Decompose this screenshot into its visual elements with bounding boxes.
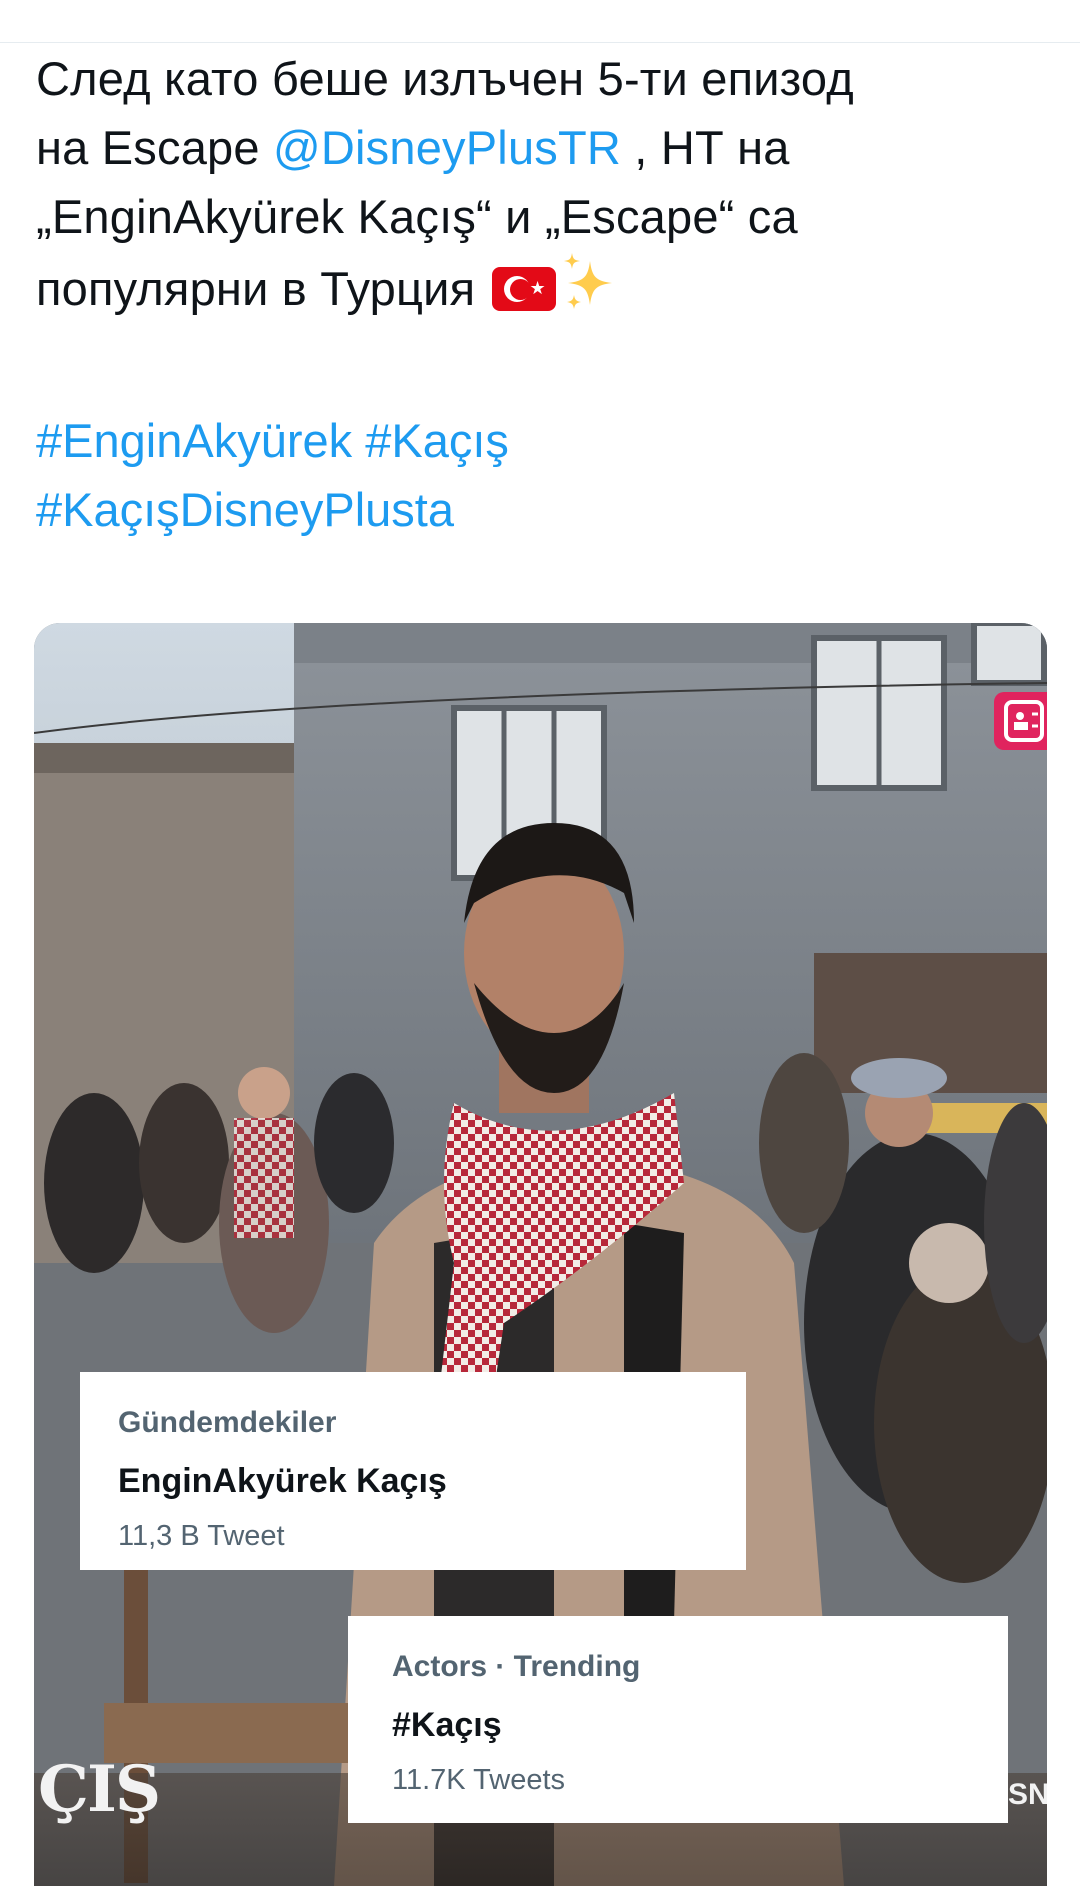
trend-label: Actors · Trending — [392, 1650, 641, 1683]
hashtags: #EnginAkyürek #Kaçış #KaçışDisneyPlusta — [36, 406, 509, 544]
lock-icon — [994, 692, 1047, 750]
trend-label: Gündemdekiler — [118, 1406, 337, 1439]
hashtag-kacis[interactable]: #Kaçış — [365, 414, 509, 467]
tweet-line-2-suffix: , НТ на — [621, 121, 790, 174]
hashtag-enginakyurek[interactable]: #EnginAkyürek — [36, 414, 352, 467]
tweet-line-2-prefix: на Escape — [36, 121, 273, 174]
tweet-line-3: „EnginAkyürek Kaçış“ и „Escape“ са — [36, 190, 798, 243]
hashtag-line-1: #EnginAkyürek #Kaçış — [36, 406, 509, 475]
tweet-line-2: на Escape @DisneyPlusTR , НТ на — [36, 113, 1046, 182]
trend-card-english: Actors · Trending #Kaçış 11.7K Tweets — [348, 1616, 1008, 1823]
trend-count: 11,3 B Tweet — [118, 1520, 285, 1552]
hashtag-kacisdisneyplusta[interactable]: #KaçışDisneyPlusta — [36, 483, 454, 536]
trend-count: 11.7K Tweets — [392, 1764, 566, 1796]
turkey-flag-icon: ★ — [492, 267, 557, 311]
top-divider — [0, 42, 1080, 43]
tweet-text: След като беше излъчен 5-ти епизод на Es… — [36, 44, 1046, 323]
tweet-line-1: След като беше излъчен 5-ти епизод — [36, 52, 854, 105]
trend-card-turkish: Gündemdekiler EnginAkyürek Kaçış 11,3 B … — [80, 1372, 746, 1570]
tweet-line-4-text: популярни в Турция — [36, 262, 489, 315]
hashtag-line-2: #KaçışDisneyPlusta — [36, 475, 509, 544]
mention-link[interactable]: @DisneyPlusTR — [273, 121, 621, 174]
tweet-line-4: популярни в Турция ★ — [36, 251, 1046, 323]
disney-logo: SN — [1008, 1778, 1047, 1811]
show-logo: ÇIŞ — [38, 1752, 161, 1827]
trend-topic: #Kaçış — [392, 1706, 502, 1744]
sparkles-icon — [564, 253, 613, 309]
trend-topic: EnginAkyürek Kaçış — [118, 1462, 447, 1500]
